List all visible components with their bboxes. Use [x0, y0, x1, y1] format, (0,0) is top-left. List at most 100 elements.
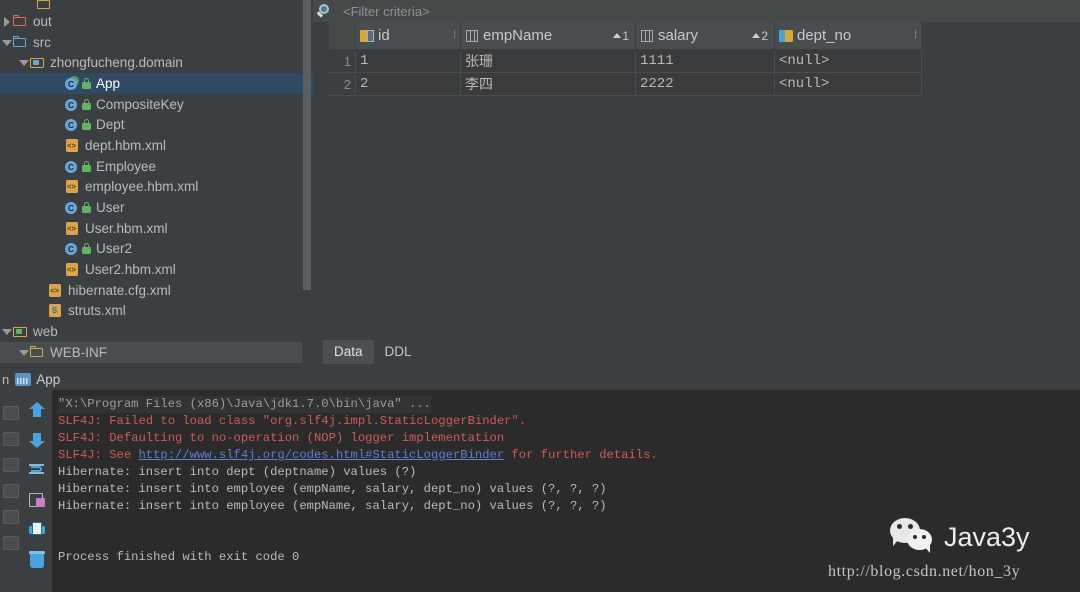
java-class-runnable-icon [65, 77, 78, 90]
chevron-right-icon[interactable] [0, 15, 13, 28]
tree-item-partial[interactable] [0, 0, 313, 11]
trash-icon[interactable] [27, 550, 47, 570]
column-sort-dots-icon[interactable]: ⁞ [453, 30, 456, 41]
soft-wrap-icon[interactable] [27, 460, 47, 480]
data-grid[interactable]: id ⁞ empName 1 salary 2 dept_no ⁞ 1 1 张珊… [329, 22, 1080, 96]
filter-criteria-input[interactable]: <Filter criteria> [343, 4, 430, 19]
database-table-panel: <Filter criteria> id ⁞ empName 1 salary … [313, 0, 1080, 368]
chevron-down-icon[interactable] [17, 56, 30, 69]
tree-item-web-inf[interactable]: WEB-INF [0, 342, 302, 363]
chevron-down-icon[interactable] [0, 325, 13, 338]
search-icon [315, 1, 335, 21]
tree-item-web[interactable]: web [0, 321, 313, 342]
cell-empname[interactable]: 李四 [460, 72, 636, 96]
cell-dept-no[interactable]: <null> [774, 49, 922, 73]
data-grid-header-row: id ⁞ empName 1 salary 2 dept_no ⁞ [329, 22, 922, 50]
tab-data[interactable]: Data [323, 340, 374, 364]
tree-item-label: zhongfucheng.domain [50, 55, 183, 71]
project-tree-panel[interactable]: out src zhongfucheng.domain App CompositeKey… [0, 0, 313, 368]
run-left-gutter [0, 390, 22, 592]
table-row[interactable]: 2 2 李四 2222 <null> [329, 72, 922, 96]
lock-icon [81, 77, 92, 90]
folder-icon [13, 35, 28, 49]
java-class-icon [65, 98, 78, 111]
cell-salary[interactable]: 2222 [635, 72, 775, 96]
column-sort-dots-icon[interactable]: ⁞ [914, 30, 917, 41]
column-header-salary[interactable]: salary 2 [635, 22, 775, 50]
cell-dept-no[interactable]: <null> [774, 72, 922, 96]
console-toolbar[interactable] [22, 390, 52, 592]
down-arrow-icon[interactable] [27, 430, 47, 450]
gutter-icon [3, 510, 19, 524]
column-header-dept-no[interactable]: dept_no ⁞ [774, 22, 922, 50]
tree-item-dept[interactable]: Dept [0, 114, 313, 135]
tree-item-employee[interactable]: Employee [0, 156, 313, 177]
cell-id[interactable]: 2 [355, 72, 461, 96]
tree-item-dept-hbm-xml[interactable]: dept.hbm.xml [0, 135, 313, 156]
java-class-icon [65, 160, 78, 173]
cell-salary[interactable]: 1111 [635, 49, 775, 73]
grid-tab-bar[interactable]: Data DDL [313, 340, 1080, 368]
sort-indicator[interactable]: 2 [752, 29, 768, 43]
sort-indicator[interactable]: 1 [613, 29, 629, 43]
folder-icon [37, 0, 52, 11]
chevron-down-icon[interactable] [17, 346, 30, 359]
table-row[interactable]: 1 1 张珊 1111 <null> [329, 49, 922, 73]
lock-icon [81, 160, 92, 173]
console-output[interactable]: "X:\Program Files (x86)\Java\jdk1.7.0\bi… [52, 390, 1080, 592]
folder-icon [13, 14, 28, 28]
lock-icon [81, 118, 92, 131]
xml-file-icon [65, 138, 80, 152]
filter-bar[interactable]: <Filter criteria> [313, 0, 1080, 22]
tree-item-compositekey[interactable]: CompositeKey [0, 94, 313, 115]
tree-item-user[interactable]: User [0, 197, 313, 218]
run-tab-app[interactable]: App [15, 372, 60, 387]
struts-xml-file-icon [48, 304, 63, 318]
column-header-empname[interactable]: empName 1 [460, 22, 636, 50]
tree-item-label: User [96, 200, 125, 216]
tree-item-user-hbm-xml[interactable]: User.hbm.xml [0, 218, 313, 239]
sort-order-number: 1 [622, 28, 629, 43]
console-line-out: Process finished with exit code 0 [58, 550, 300, 564]
tree-item-zhongfucheng-domain[interactable]: zhongfucheng.domain [0, 52, 313, 73]
tree-item-hibernate-cfg-xml[interactable]: hibernate.cfg.xml [0, 280, 313, 301]
print-icon[interactable] [27, 520, 47, 540]
console-line-out: Hibernate: insert into dept (deptname) v… [58, 465, 417, 479]
tree-item-app[interactable]: App [0, 73, 313, 94]
xml-file-icon [65, 221, 80, 235]
column-icon [640, 29, 654, 43]
run-tab-bar[interactable]: n App [0, 368, 1080, 390]
chevron-down-icon[interactable] [0, 36, 13, 49]
tree-item-label: Dept [96, 117, 125, 133]
console-line-out: Hibernate: insert into employee (empName… [58, 482, 607, 496]
tree-item-user2[interactable]: User2 [0, 239, 313, 260]
tree-item-employee-hbm-xml[interactable]: employee.hbm.xml [0, 177, 313, 198]
tree-item-label: dept.hbm.xml [85, 137, 167, 153]
tab-ddl[interactable]: DDL [373, 340, 423, 364]
project-tree-scrollbar-thumb[interactable] [303, 0, 311, 290]
up-arrow-icon[interactable] [27, 400, 47, 420]
tree-item-label: web [33, 324, 58, 340]
console-hyperlink[interactable]: http://www.slf4j.org/codes.html#StaticLo… [138, 448, 504, 462]
tree-item-label: hibernate.cfg.xml [68, 282, 171, 298]
tree-item-user2-hbm-xml[interactable]: User2.hbm.xml [0, 259, 313, 280]
console-line-err: SLF4J: Defaulting to no-operation (NOP) … [58, 431, 505, 445]
cell-empname[interactable]: 张珊 [460, 49, 636, 73]
scroll-to-end-icon[interactable] [27, 490, 47, 510]
tree-item-struts-xml[interactable]: struts.xml [0, 301, 313, 322]
row-number-header [329, 22, 356, 50]
primary-key-column-icon [360, 29, 374, 43]
tree-item-src[interactable]: src [0, 32, 313, 53]
run-tool-window: n App "X:\Program Files (x86)\Java\jdk1.… [0, 368, 1080, 592]
gutter-icon [3, 406, 19, 420]
java-class-icon [65, 118, 78, 132]
web-folder-icon [13, 325, 28, 339]
cell-id[interactable]: 1 [355, 49, 461, 73]
console-text: for further details. [504, 448, 658, 462]
column-header-id[interactable]: id ⁞ [355, 22, 461, 50]
tree-item-out[interactable]: out [0, 11, 313, 32]
